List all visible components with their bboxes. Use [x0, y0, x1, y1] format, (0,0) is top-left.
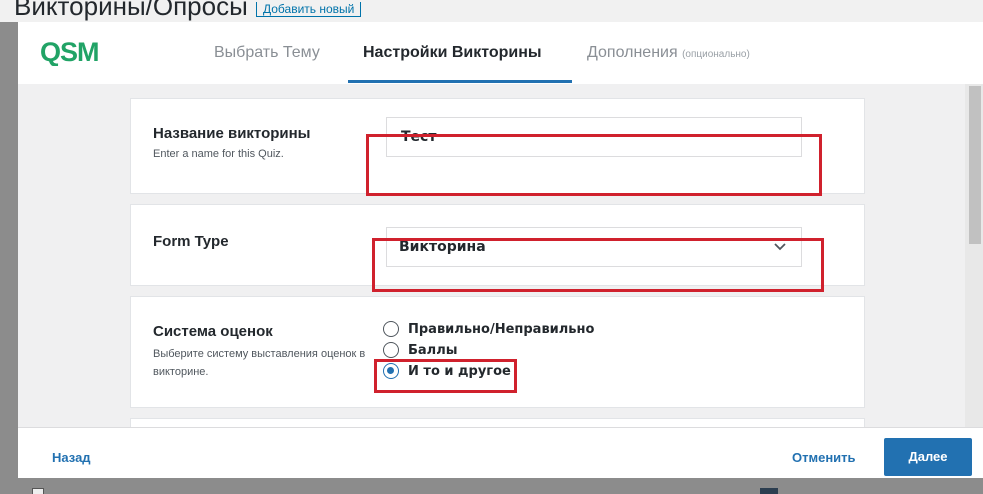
scrollbar-thumb[interactable]: [969, 86, 981, 244]
background-page-title: Викторины/Опросы: [14, 0, 248, 21]
svg-text:QSM: QSM: [40, 37, 99, 66]
radio-label: Правильно/Неправильно: [408, 321, 595, 337]
highlight-form-type: [372, 238, 824, 292]
content-scrollbar[interactable]: [965, 84, 983, 427]
background-page-header: Викторины/Опросы Добавить новый: [0, 0, 983, 22]
active-tab-indicator: [348, 80, 572, 83]
tab-optional-suffix: (опционально): [682, 49, 750, 60]
tab-label: Дополнения: [587, 44, 678, 61]
radio-button[interactable]: [383, 321, 399, 337]
add-new-link[interactable]: Добавить новый: [256, 2, 362, 17]
background-checkbox: [32, 488, 44, 494]
modal-footer: Назад Отменить Далее: [18, 427, 983, 478]
tab-label: Настройки Викторины: [363, 44, 542, 61]
background-block: [760, 488, 778, 494]
highlight-grading-both: [374, 359, 517, 393]
radio-button[interactable]: [383, 342, 399, 358]
back-button[interactable]: Назад: [52, 450, 91, 465]
radio-label: Баллы: [408, 342, 458, 358]
quiz-setup-modal: QSM Выбрать Тему Настройки Викторины Доп…: [18, 22, 983, 478]
quiz-name-label: Название викторины: [153, 125, 311, 142]
modal-content: Название викторины Enter a name for this…: [18, 84, 983, 427]
next-button[interactable]: Далее: [884, 438, 972, 476]
radio-option-correct-incorrect[interactable]: Правильно/Неправильно: [383, 319, 594, 339]
background-page-footer: [0, 478, 983, 494]
cancel-button[interactable]: Отменить: [792, 450, 856, 465]
highlight-quiz-name: [366, 134, 822, 196]
grading-system-label: Система оценок: [153, 323, 273, 340]
quiz-name-description: Enter a name for this Quiz.: [153, 148, 284, 160]
modal-header: QSM Выбрать Тему Настройки Викторины Доп…: [18, 22, 983, 84]
form-type-label: Form Type: [153, 233, 229, 250]
tab-addons[interactable]: Дополнения (опционально): [587, 44, 750, 62]
next-setting-card: [130, 418, 865, 427]
tab-choose-theme[interactable]: Выбрать Тему: [214, 44, 320, 62]
tab-label: Выбрать Тему: [214, 44, 320, 61]
grading-system-description: Выберите систему выставления оценок в ви…: [153, 348, 366, 378]
tab-quiz-settings[interactable]: Настройки Викторины: [363, 44, 542, 62]
radio-option-points[interactable]: Баллы: [383, 340, 457, 360]
qsm-logo: QSM: [40, 37, 100, 66]
